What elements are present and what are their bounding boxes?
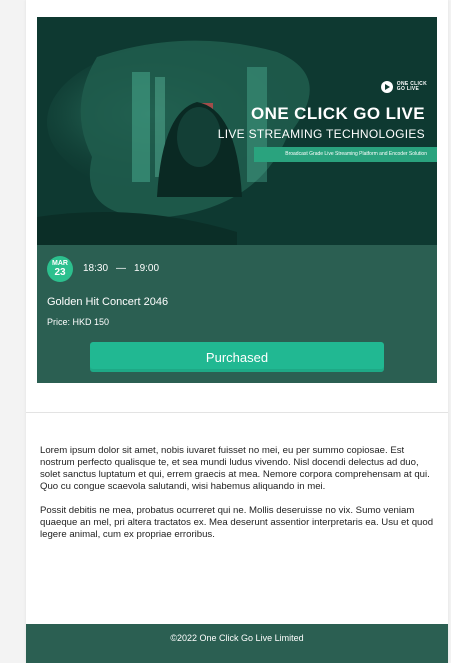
description-paragraph: Possit debitis ne mea, probatus ocurrere… bbox=[40, 505, 434, 540]
start-time: 18:30 bbox=[83, 263, 109, 274]
date-badge: MAR 23 bbox=[47, 256, 73, 282]
event-banner-image: ONE CLICK GO LIVE ONE CLICK GO LIVE LIVE… bbox=[37, 17, 437, 245]
event-description: Lorem ipsum dolor sit amet, nobis iuvare… bbox=[40, 445, 440, 553]
purchased-button[interactable]: Purchased bbox=[90, 342, 384, 372]
event-card[interactable]: ONE CLICK GO LIVE ONE CLICK GO LIVE LIVE… bbox=[37, 17, 437, 383]
event-price: Price: HKD 150 bbox=[47, 317, 110, 327]
banner-tagline: Broadcast Grade Live Streaming Platform … bbox=[254, 147, 437, 162]
date-day: 23 bbox=[54, 267, 66, 278]
event-time: 18:30 — 19:00 bbox=[83, 263, 159, 274]
brand-text: ONE CLICK GO LIVE bbox=[396, 81, 427, 92]
banner-subtitle: LIVE STREAMING TECHNOLOGIES bbox=[217, 127, 425, 141]
event-title: Golden Hit Concert 2046 bbox=[47, 296, 169, 308]
copyright-text: ©2022 One Click Go Live Limited bbox=[170, 633, 304, 643]
end-time: 19:00 bbox=[134, 263, 160, 274]
description-paragraph: Lorem ipsum dolor sit amet, nobis iuvare… bbox=[40, 445, 430, 492]
section-divider bbox=[26, 412, 448, 413]
page-container: ONE CLICK GO LIVE ONE CLICK GO LIVE LIVE… bbox=[26, 0, 448, 663]
brand-logo-group: ONE CLICK GO LIVE bbox=[380, 81, 427, 93]
play-logo-icon bbox=[380, 81, 393, 93]
time-separator: — bbox=[116, 263, 127, 274]
banner-title: ONE CLICK GO LIVE bbox=[251, 104, 425, 123]
event-info: MAR 23 18:30 — 19:00 Golden Hit Concert 20… bbox=[37, 245, 437, 383]
footer: ©2022 One Click Go Live Limited bbox=[26, 624, 448, 663]
